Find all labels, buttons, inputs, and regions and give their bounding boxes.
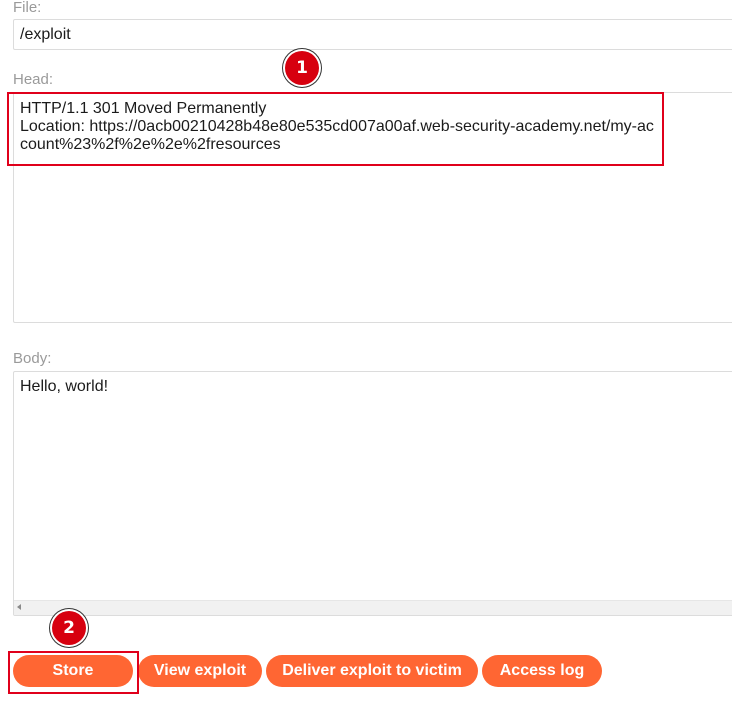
deliver-exploit-button[interactable]: Deliver exploit to victim [266, 655, 478, 687]
head-label: Head: [13, 71, 54, 88]
body-textarea-content: Hello, world! [20, 378, 109, 395]
body-textarea[interactable]: Hello, world! [13, 371, 732, 616]
scroll-left-arrow-icon[interactable] [17, 604, 21, 610]
store-button[interactable]: Store [13, 655, 133, 687]
body-label: Body: [13, 350, 52, 367]
horizontal-scrollbar[interactable] [14, 600, 732, 615]
file-input[interactable] [13, 19, 732, 50]
head-textarea[interactable]: HTTP/1.1 301 Moved Permanently Location:… [13, 92, 732, 323]
step1-badge: 1 [285, 51, 319, 85]
view-exploit-button[interactable]: View exploit [138, 655, 262, 687]
file-label: File: [13, 0, 42, 16]
head-textarea-content: HTTP/1.1 301 Moved Permanently Location:… [20, 100, 654, 153]
access-log-button[interactable]: Access log [482, 655, 602, 687]
step2-badge: 2 [52, 611, 86, 645]
